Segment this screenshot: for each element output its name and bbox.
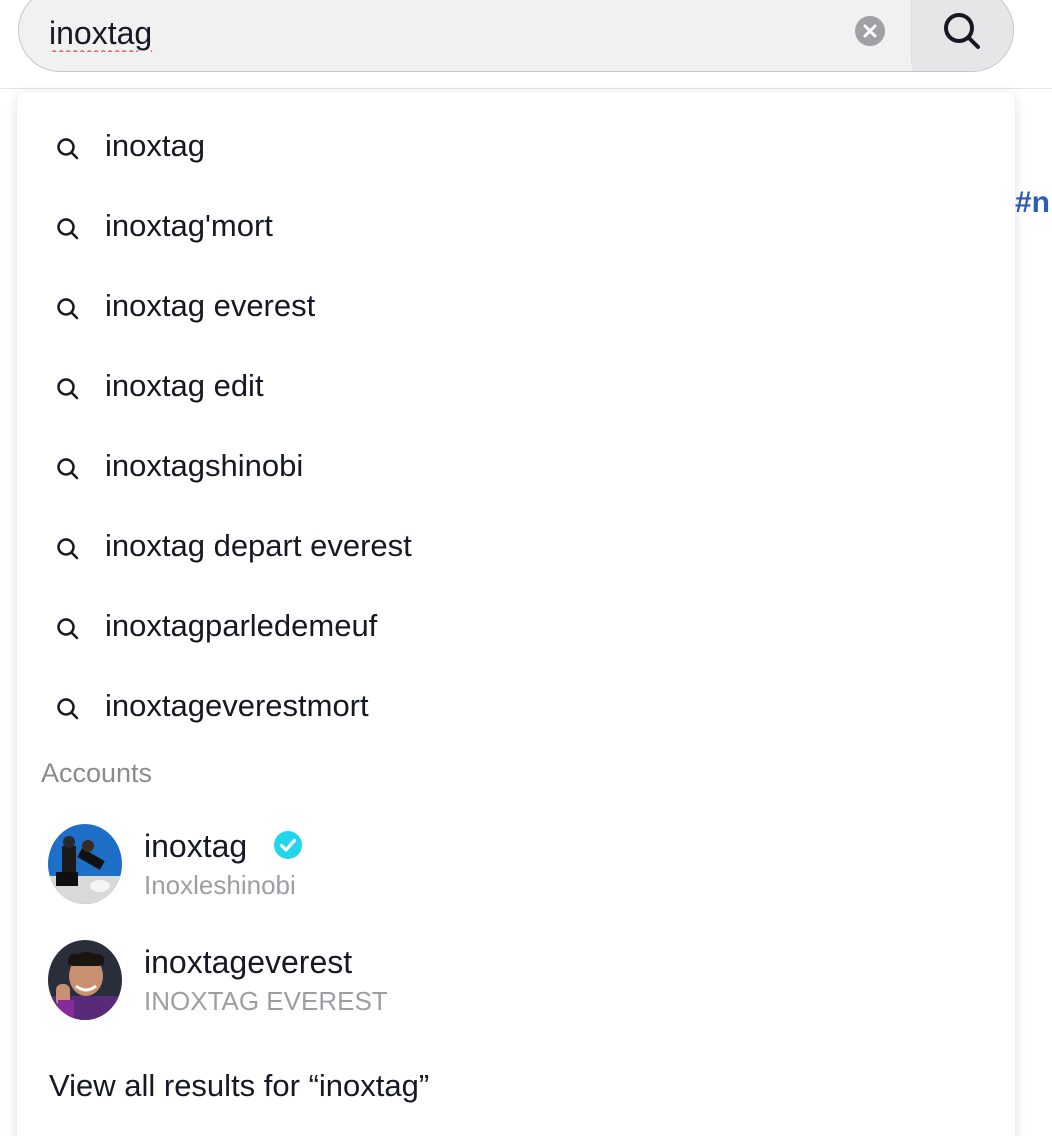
- avatar-image: [48, 824, 122, 904]
- search-input[interactable]: [49, 11, 829, 55]
- account-username: inoxtag: [144, 828, 248, 864]
- verified-badge-icon: [274, 831, 302, 859]
- suggestion-item[interactable]: inoxtag: [17, 108, 1015, 188]
- account-item-inoxtageverest[interactable]: inoxtageverest INOXTAG EVEREST: [17, 928, 1015, 1032]
- search-icon: [57, 378, 79, 400]
- account-display-name: INOXTAG EVEREST: [144, 986, 388, 1016]
- suggestion-item[interactable]: inoxtag depart everest: [17, 508, 1015, 588]
- suggestion-item[interactable]: inoxtag edit: [17, 348, 1015, 428]
- avatar: [48, 940, 122, 1020]
- search-suggestions-dropdown: inoxtag inoxtag'mort inoxtag everest ino…: [17, 92, 1015, 1136]
- suggestion-item[interactable]: inoxtagshinobi: [17, 428, 1015, 508]
- avatar-image: [48, 940, 122, 1020]
- accounts-section-title: Accounts: [41, 758, 153, 788]
- suggestion-label: inoxtagparledemeuf: [105, 608, 378, 643]
- search-icon: [57, 538, 79, 560]
- suggestion-label: inoxtageverestmort: [105, 688, 369, 723]
- clear-icon: [863, 24, 877, 38]
- account-display-name: Inoxleshinobi: [144, 870, 296, 900]
- header-divider: [0, 88, 1052, 89]
- background-hashtag[interactable]: #n: [1015, 186, 1050, 220]
- search-icon: [57, 298, 79, 320]
- search-submit-button[interactable]: [912, 0, 1013, 71]
- search-page: #n inoxtag inoxtag inoxtag'mort inoxtag …: [0, 0, 1052, 1136]
- search-icon: [57, 698, 79, 720]
- suggestion-label: inoxtag edit: [105, 368, 264, 403]
- suggestion-item[interactable]: inoxtagparledemeuf: [17, 588, 1015, 668]
- search-icon: [944, 13, 980, 49]
- search-icon: [57, 458, 79, 480]
- suggestion-item[interactable]: inoxtageverestmort: [17, 668, 1015, 748]
- suggestion-label: inoxtag'mort: [105, 208, 273, 243]
- search-icon: [57, 138, 79, 160]
- avatar: [48, 824, 122, 904]
- search-icon: [57, 618, 79, 640]
- suggestion-label: inoxtagshinobi: [105, 448, 304, 483]
- view-all-results-link[interactable]: View all results for “inoxtag”: [49, 1068, 429, 1104]
- suggestion-label: inoxtag depart everest: [105, 528, 412, 563]
- account-item-inoxtag[interactable]: inoxtag Inoxleshinobi: [17, 812, 1015, 916]
- search-icon: [57, 218, 79, 240]
- suggestion-label: inoxtag everest: [105, 288, 316, 323]
- suggestion-label: inoxtag: [105, 128, 205, 163]
- clear-search-button[interactable]: [855, 16, 885, 46]
- suggestion-item[interactable]: inoxtag everest: [17, 268, 1015, 348]
- search-bar: [18, 0, 1014, 72]
- account-username: inoxtageverest: [144, 944, 353, 980]
- suggestion-item[interactable]: inoxtag'mort: [17, 188, 1015, 268]
